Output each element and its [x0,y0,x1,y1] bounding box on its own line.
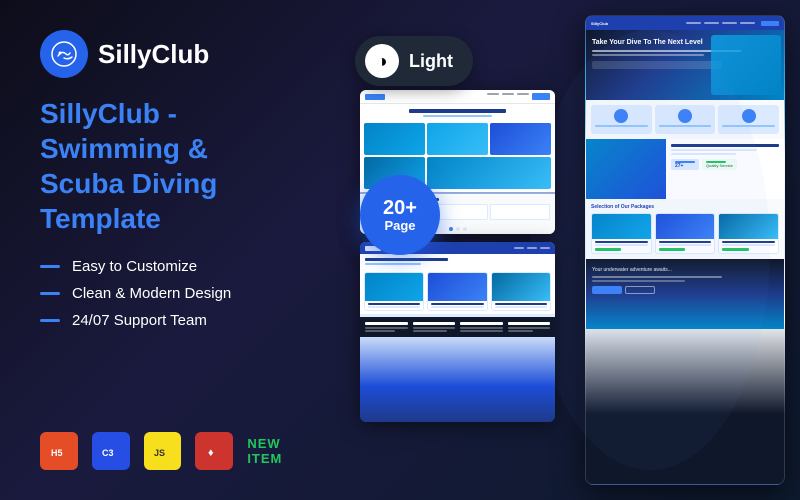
light-mode-toggle[interactable]: ◑ Light [355,36,473,86]
page-label: Page [384,218,415,233]
ruby-badge: ♦ [195,432,233,470]
js-badge: JS [144,432,182,470]
feature-item-3: 24/07 Support Team [40,312,320,329]
feature-dash [40,319,60,322]
page-count-badge: 20+ Page [360,175,440,255]
left-panel: SillyClub SillyClub - Swimming & Scuba D… [0,0,360,500]
new-item-label: NEW ITEM [247,436,320,466]
svg-text:JS: JS [154,448,165,458]
feature-item-2: Clean & Modern Design [40,285,320,302]
svg-text:C3: C3 [102,448,114,458]
logo-row: SillyClub [40,30,320,78]
logo-text: SillyClub [98,39,209,70]
bottom-bar: H5 C3 JS ♦ NEW ITEM [40,432,320,470]
html5-badge: H5 [40,432,78,470]
tagline: SillyClub - Swimming & Scuba Diving Temp… [40,96,320,236]
template-preview-left-bottom [360,242,555,422]
features-list: Easy to Customize Clean & Modern Design … [40,258,320,329]
svg-text:♦: ♦ [208,447,214,459]
feature-item-1: Easy to Customize [40,258,320,275]
tagline-heading: SillyClub - Swimming & Scuba Diving Temp… [40,96,320,236]
toggle-label: Light [409,51,453,72]
page-count: 20+ [383,198,417,218]
css3-badge: C3 [92,432,130,470]
feature-dash [40,265,60,268]
logo-icon [40,30,88,78]
left-template-previews [360,90,555,422]
feature-dash [40,292,60,295]
toggle-icon: ◑ [365,44,399,78]
svg-text:H5: H5 [51,448,63,458]
